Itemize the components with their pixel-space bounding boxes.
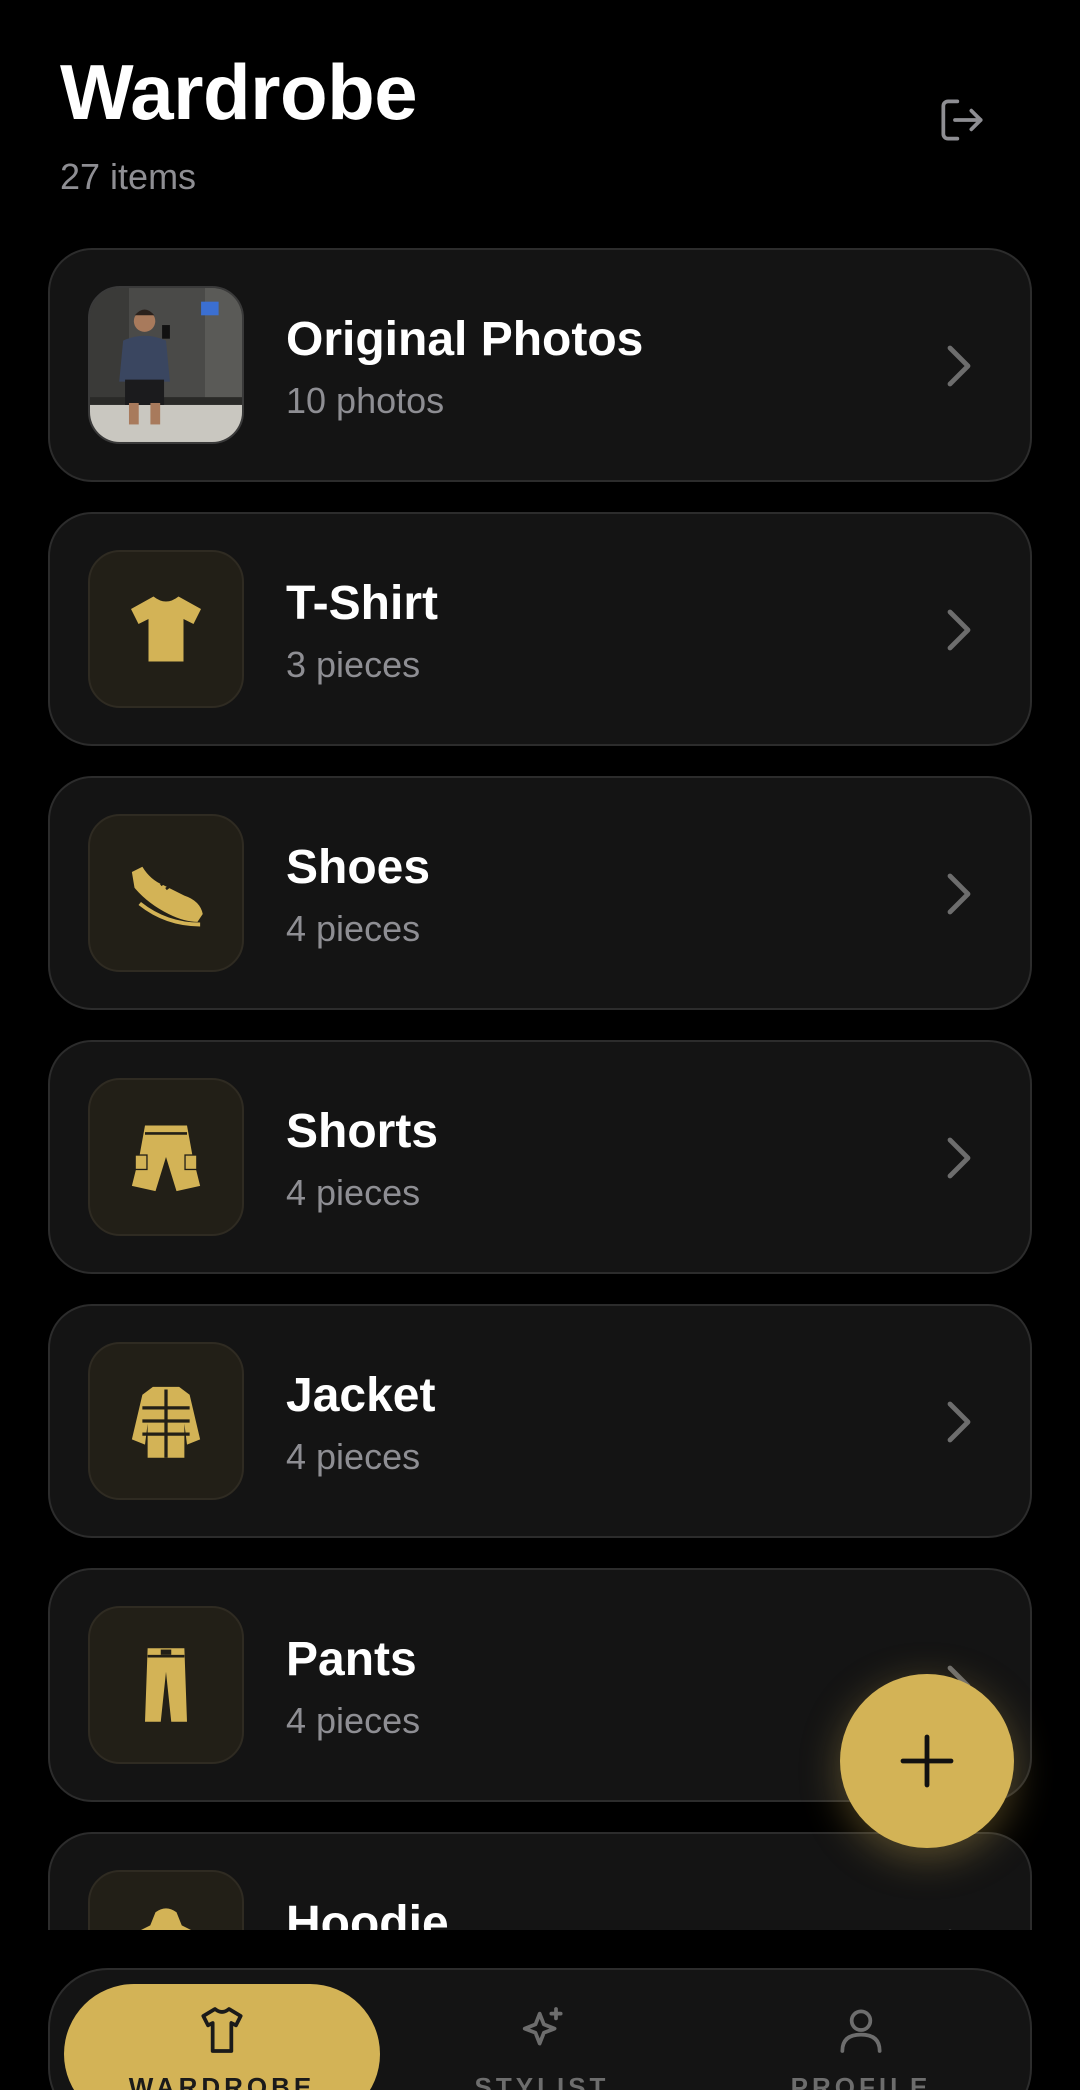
category-card-shoes[interactable]: Shoes 4 pieces [48, 776, 1032, 1010]
category-title: Shorts [286, 1105, 439, 1158]
category-card-jacket[interactable]: Jacket 4 pieces [48, 1304, 1032, 1538]
category-title: T-Shirt [286, 577, 438, 630]
page-title: Wardrobe [60, 48, 418, 136]
sparkle-icon [522, 2007, 563, 2046]
logout-button[interactable] [930, 88, 994, 152]
chevron-right-icon [948, 1929, 952, 1930]
category-title: Hoodie [286, 1897, 449, 1930]
nav-label: STYLIST [474, 2072, 610, 2090]
shorts-icon [131, 1125, 201, 1192]
category-count: 4 pieces [286, 1436, 421, 1477]
category-card-original-photos[interactable]: Original Photos 10 photos [48, 248, 1032, 482]
category-card-hoodie[interactable]: Hoodie [48, 1832, 1032, 1930]
bottom-navigation: WARDROBE STYLIST PROFILE [48, 1968, 1032, 2090]
category-title: Original Photos [286, 313, 644, 366]
chevron-right-icon [947, 1401, 971, 1443]
tshirt-icon [131, 596, 201, 662]
shoe-icon [131, 866, 203, 927]
chevron-right-icon [947, 1137, 971, 1179]
category-count: 4 pieces [286, 1172, 421, 1213]
nav-tab-stylist[interactable]: STYLIST [387, 1970, 697, 2090]
category-icon-tile [88, 1870, 244, 1930]
tshirt-icon [201, 2007, 243, 2053]
category-count: 3 pieces [286, 644, 421, 685]
category-title: Pants [286, 1633, 417, 1686]
nav-label: PROFILE [790, 2072, 932, 2090]
original-photo-thumbnail [88, 286, 244, 444]
user-icon [840, 2009, 882, 2053]
category-title: Shoes [286, 841, 431, 894]
jacket-icon [131, 1386, 201, 1458]
category-icon-tile [88, 1606, 244, 1764]
plus-icon [900, 1734, 954, 1788]
add-item-button[interactable] [840, 1674, 1014, 1848]
nav-label: WARDROBE [128, 2072, 316, 2090]
category-count: 4 pieces [286, 908, 421, 949]
chevron-right-icon [947, 609, 971, 651]
category-count: 4 pieces [286, 1700, 421, 1741]
chevron-right-icon [947, 345, 971, 387]
category-icon-tile [88, 1342, 244, 1500]
category-icon-tile [88, 1078, 244, 1236]
hoodie-icon [141, 1908, 191, 1930]
category-card-shorts[interactable]: Shorts 4 pieces [48, 1040, 1032, 1274]
category-icon-tile [88, 814, 244, 972]
category-card-tshirt[interactable]: T-Shirt 3 pieces [48, 512, 1032, 746]
category-icon-tile [88, 550, 244, 708]
header: Wardrobe 27 items [60, 48, 1020, 208]
logout-icon [941, 99, 983, 141]
nav-tab-wardrobe[interactable]: WARDROBE [64, 1984, 380, 2090]
pants-icon [145, 1648, 187, 1722]
category-title: Jacket [286, 1369, 436, 1422]
category-count: 10 photos [286, 380, 445, 421]
chevron-right-icon [947, 873, 971, 915]
nav-tab-profile[interactable]: PROFILE [706, 1970, 1016, 2090]
item-count: 27 items [60, 156, 197, 197]
